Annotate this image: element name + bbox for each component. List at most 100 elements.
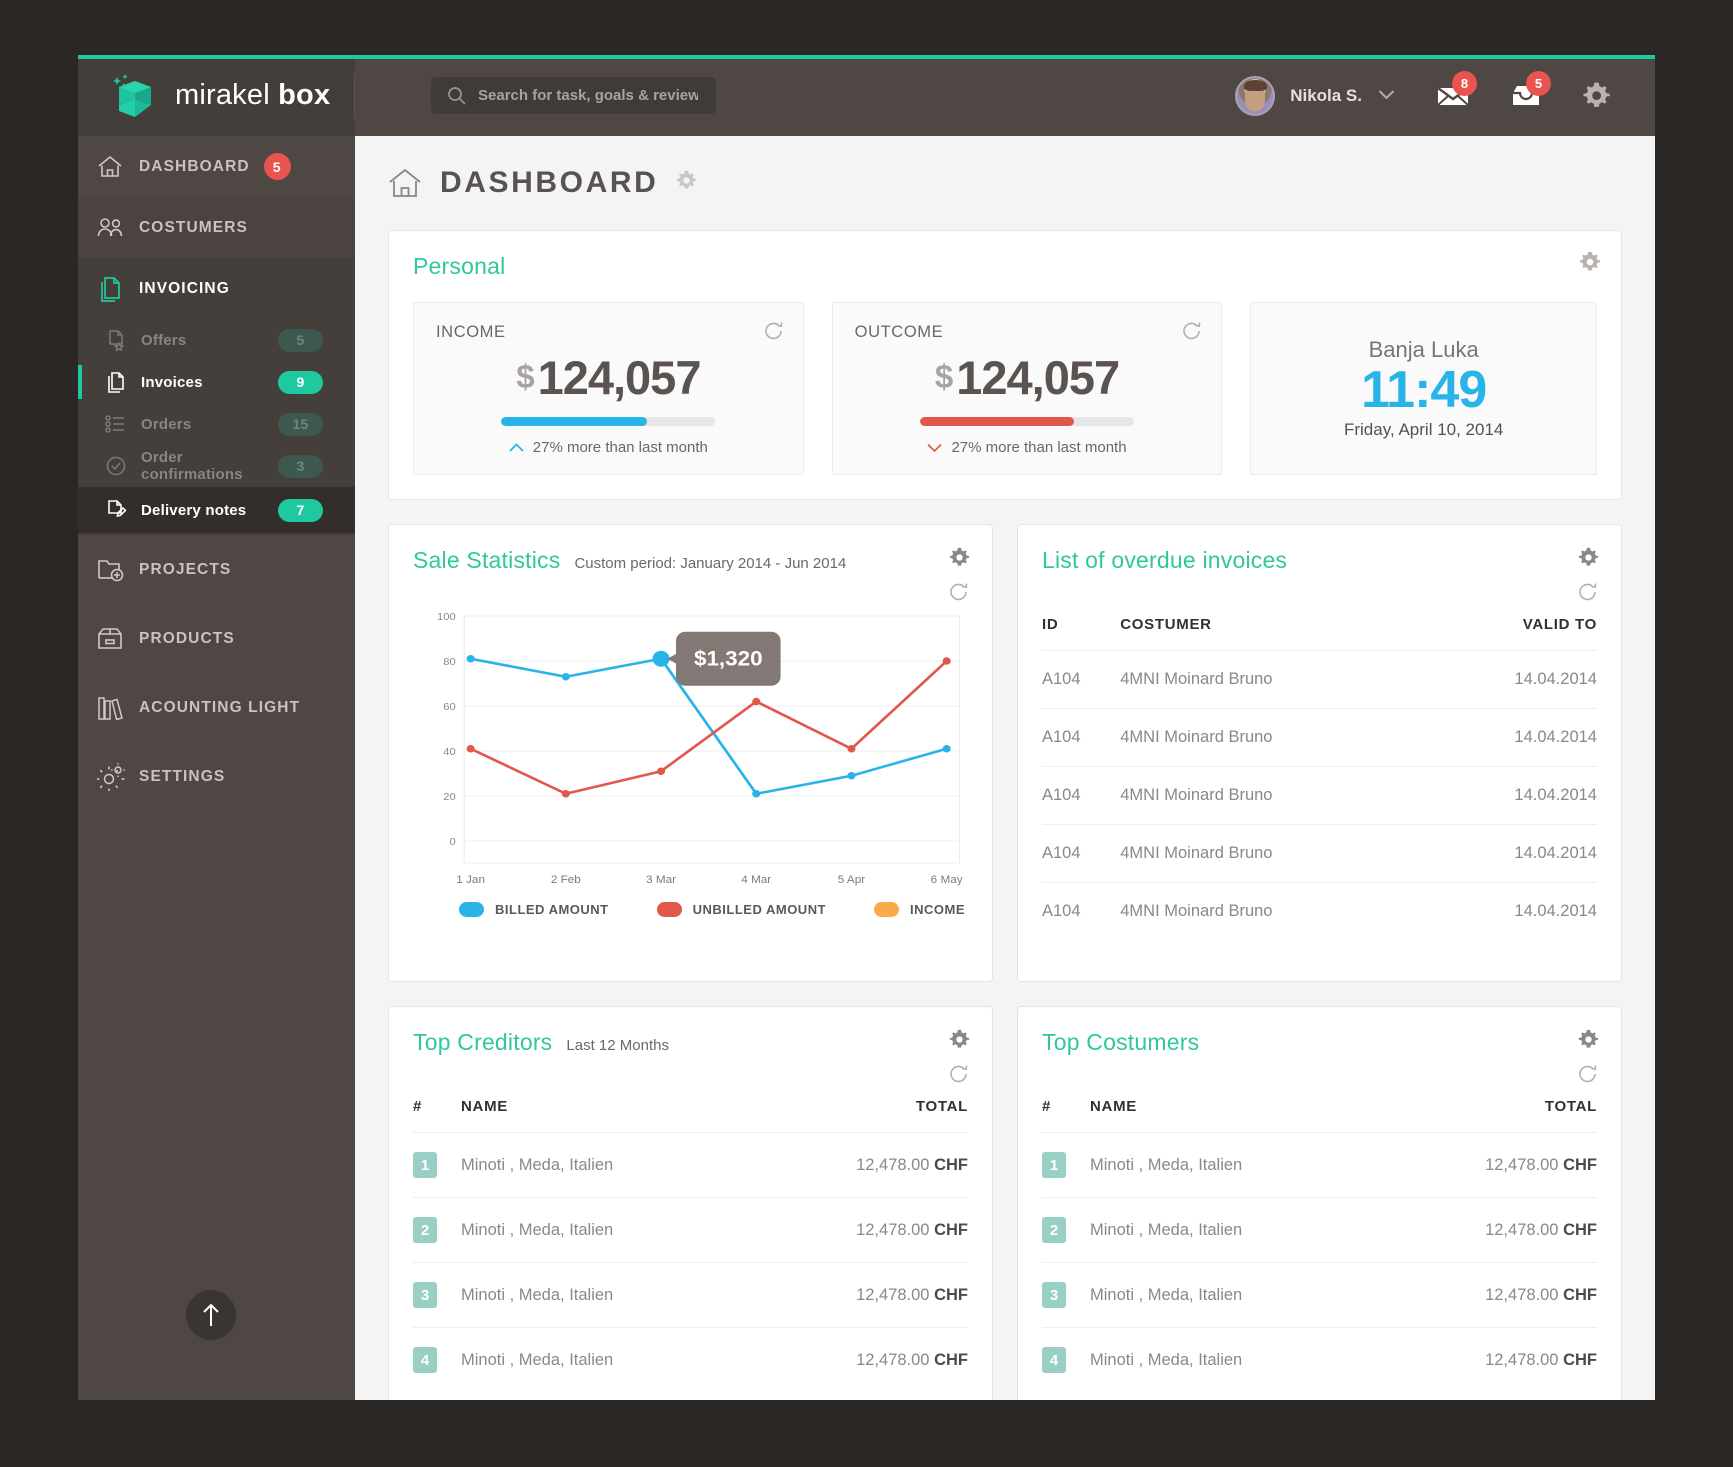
table-row[interactable]: 2 Minoti , Meda, Italien 12,478.00 CHF [413, 1197, 968, 1263]
top-costumers-refresh-button[interactable] [1577, 1064, 1599, 1091]
table-row[interactable]: 4 Minoti , Meda, Italien 12,478.00 CHF [413, 1327, 968, 1392]
row-top-lists: Top Creditors Last 12 Months # NAME TOTAL 1… [388, 1006, 1622, 1400]
sidebar-item-label: INVOICING [139, 279, 230, 297]
name-cell: Minoti , Meda, Italien [461, 1327, 754, 1392]
table-row[interactable]: A104 4MNI Moinard Bruno 14.04.2014 [1042, 766, 1597, 825]
outcome-refresh-button[interactable] [1181, 321, 1203, 348]
top-costumers-card: Top Costumers # NAME TOTAL 1 Minoti , Meda, … [1017, 1006, 1622, 1400]
gear-icon [677, 170, 697, 189]
sidebar-item-orders[interactable]: Orders 15 [78, 403, 355, 445]
income-currency: $ [516, 358, 534, 395]
table-row[interactable]: 3 Minoti , Meda, Italien 12,478.00 CHF [413, 1262, 968, 1328]
income-progress-bar [501, 417, 716, 426]
inbox-button[interactable]: 5 [1511, 70, 1551, 108]
table-cell: 14.04.2014 [1429, 824, 1597, 883]
settings-button[interactable] [1583, 81, 1611, 110]
sidebar-item-acounting-light[interactable]: ACOUNTING LIGHT [78, 673, 355, 742]
sidebar-item-dashboard[interactable]: DASHBOARD 5 [78, 136, 355, 197]
gear-icon [1583, 81, 1610, 107]
page-title-text: DASHBOARD [440, 166, 659, 199]
name-cell: Minoti , Meda, Italien [461, 1262, 754, 1328]
sidebar-subitem-label: Invoices [141, 373, 203, 391]
scroll-to-top-button[interactable] [186, 1290, 236, 1340]
search-icon [448, 87, 466, 105]
income-refresh-button[interactable] [763, 321, 785, 348]
table-row[interactable]: A104 4MNI Moinard Bruno 14.04.2014 [1042, 650, 1597, 709]
svg-text:20: 20 [443, 791, 455, 803]
sidebar-item-delivery-notes[interactable]: Delivery notes 7 [78, 487, 355, 533]
svg-text:100: 100 [437, 611, 456, 623]
table-row[interactable]: 1 Minoti , Meda, Italien 12,478.00 CHF [413, 1132, 968, 1198]
sidebar-item-costumers[interactable]: COSTUMERS [78, 197, 355, 258]
user-name: Nikola S. [1290, 85, 1362, 105]
sidebar-item-products[interactable]: PRODUCTS [78, 604, 355, 673]
home-outline-icon [389, 168, 421, 197]
messages-button[interactable]: 8 [1437, 70, 1477, 108]
sale-statistics-card: Sale Statistics Custom period: January 2… [388, 524, 993, 982]
table-row[interactable]: 2 Minoti , Meda, Italien 12,478.00 CHF [1042, 1197, 1597, 1263]
sidebar-item-offers[interactable]: Offers 5 [78, 319, 355, 361]
overdue-refresh-button[interactable] [1577, 582, 1599, 609]
sidebar-subitem-label: Order confirmations [141, 449, 243, 483]
table-row[interactable]: A104 4MNI Moinard Bruno 14.04.2014 [1042, 708, 1597, 767]
top-creditors-refresh-button[interactable] [948, 1064, 970, 1091]
sidebar-item-invoicing[interactable]: INVOICING [78, 258, 355, 319]
income-note-text: 27% more than last month [532, 439, 708, 456]
sidebar-item-invoices[interactable]: Invoices 9 [78, 361, 355, 403]
sale-statistics-settings-button[interactable] [949, 547, 970, 573]
top-creditors-settings-button[interactable] [949, 1029, 970, 1055]
trend-up-icon [509, 443, 524, 452]
gear-icon [1578, 1029, 1599, 1048]
messages-count-badge: 8 [1452, 70, 1477, 96]
rank-cell: 1 [413, 1132, 461, 1198]
sidebar-item-order-confirmations[interactable]: Order confirmations 3 [78, 445, 355, 487]
personal-settings-button[interactable] [1579, 251, 1601, 278]
total-cell: 12,478.00 CHF [753, 1327, 968, 1392]
sidebar-item-label: SETTINGS [139, 767, 226, 785]
refresh-icon [1579, 1065, 1597, 1083]
outcome-label: OUTCOME [854, 323, 944, 341]
user-menu[interactable]: Nikola S. [1235, 75, 1395, 116]
table-cell: 4MNI Moinard Bruno [1120, 824, 1430, 883]
svg-text:3 Mar: 3 Mar [646, 874, 676, 886]
sidebar-item-projects[interactable]: PROJECTS [78, 535, 355, 604]
rank-cell: 3 [1042, 1262, 1090, 1328]
rank-cell: 3 [413, 1262, 461, 1328]
overdue-card-title: List of overdue invoices [1042, 547, 1288, 573]
table-row[interactable]: A104 4MNI Moinard Bruno 14.04.2014 [1042, 882, 1597, 940]
search-input[interactable] [478, 87, 698, 104]
brand-logo-area[interactable]: mirakel box [78, 55, 355, 136]
table-row[interactable]: 4 Minoti , Meda, Italien 12,478.00 CHF [1042, 1327, 1597, 1392]
page-title: DASHBOARD [388, 136, 1622, 230]
page-settings-button[interactable] [676, 170, 697, 196]
total-cell: 12,478.00 CHF [753, 1197, 968, 1263]
personal-stats-row: INCOME $124,057 27% more than last month [413, 302, 1598, 475]
top-costumers-title: Top Costumers [1042, 1029, 1200, 1055]
rank-badge: 4 [1042, 1347, 1066, 1373]
overdue-settings-button[interactable] [1578, 547, 1599, 573]
sidebar-subitem-label: Offers [141, 331, 187, 349]
rank-cell: 4 [413, 1327, 461, 1392]
sale-statistics-refresh-button[interactable] [948, 582, 970, 609]
top-costumers-settings-button[interactable] [1578, 1029, 1599, 1055]
file-copy-icon [105, 371, 141, 393]
trend-down-icon [927, 443, 943, 452]
search-box[interactable] [431, 77, 716, 114]
top-costumers-table: # NAME TOTAL 1 Minoti , Meda, Italien 12,478.… [1042, 1098, 1597, 1392]
rank-badge: 1 [413, 1152, 437, 1178]
column-header: NAME [461, 1098, 508, 1115]
name-cell: Minoti , Meda, Italien [1090, 1262, 1383, 1328]
table-header-row: ID COSTUMER VALID TO [1042, 616, 1597, 651]
table-row[interactable]: 1 Minoti , Meda, Italien 12,478.00 CHF [1042, 1132, 1597, 1198]
table-cell: 14.04.2014 [1429, 708, 1597, 767]
top-creditors-title: Top Creditors [413, 1029, 553, 1055]
personal-card-title: Personal [413, 253, 506, 279]
table-row[interactable]: A104 4MNI Moinard Bruno 14.04.2014 [1042, 824, 1597, 883]
outcome-amount: 124,057 [956, 351, 1120, 404]
svg-text:60: 60 [443, 701, 455, 713]
table-row[interactable]: 3 Minoti , Meda, Italien 12,478.00 CHF [1042, 1262, 1597, 1328]
table-cell: A104 [1042, 882, 1121, 940]
table-cell: A104 [1042, 766, 1121, 825]
sidebar-item-settings[interactable]: SETTINGS [78, 742, 355, 811]
sale-statistics-title: Sale Statistics [413, 547, 561, 573]
